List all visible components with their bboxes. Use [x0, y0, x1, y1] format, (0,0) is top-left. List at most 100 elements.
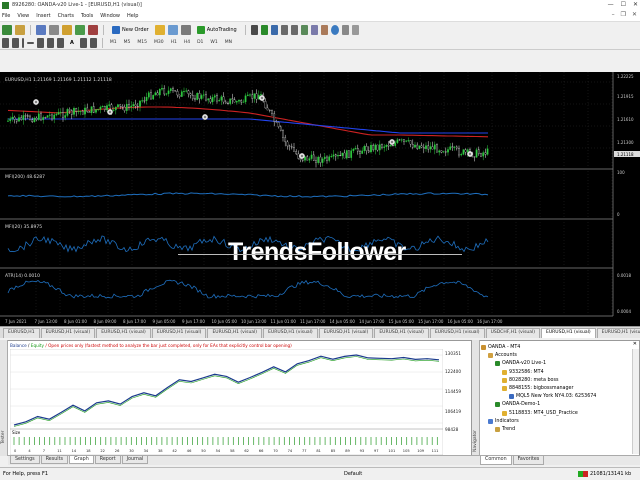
autotrading-button[interactable]: AutoTrading: [196, 25, 237, 34]
text-tool-icon[interactable]: A: [70, 40, 74, 46]
menu-file[interactable]: File: [2, 13, 10, 19]
market-watch-icon[interactable]: [36, 24, 46, 35]
trendline-icon[interactable]: [37, 37, 44, 48]
chart-shift-icon[interactable]: [320, 24, 328, 35]
metaeditor-icon[interactable]: [154, 24, 165, 35]
timeframe-w1[interactable]: W1: [208, 40, 219, 45]
price-chart[interactable]: EURUSD,H1 1.21169 1.21169 1.21112 1.2111…: [0, 72, 640, 326]
navigator-item[interactable]: 8848155: bigbossmanager: [502, 386, 573, 391]
indicators-icon[interactable]: [330, 24, 339, 35]
chart-tab[interactable]: EURUSD,H1: [3, 328, 40, 338]
chart-tab[interactable]: EURUSD,H1 (visual): [596, 328, 640, 338]
price-tick: 1.21915: [617, 94, 634, 99]
strategy-tester-icon[interactable]: [88, 24, 98, 35]
navigator-item[interactable]: 5118833: MT4_USD_Practice: [502, 410, 578, 416]
chart-tab[interactable]: EURUSD,H1 (visual): [96, 328, 151, 338]
candlestick-icon[interactable]: [260, 24, 268, 35]
menu-view[interactable]: View: [17, 13, 29, 19]
tester-tab-graph[interactable]: Graph: [69, 456, 94, 464]
zoom-out-icon[interactable]: [290, 24, 298, 35]
mdi-close-icon[interactable]: ✕: [632, 11, 637, 18]
tester-x-tick: 111: [432, 449, 439, 453]
signals-icon[interactable]: [167, 24, 178, 35]
timeframe-m1[interactable]: M1: [108, 40, 119, 45]
navigator-item-label: 9332586: MT4: [509, 369, 544, 375]
chart-tab[interactable]: EURUSD,H1 (visual): [40, 328, 96, 338]
timeframe-m15[interactable]: M15: [135, 40, 149, 45]
terminal-icon[interactable]: [75, 24, 85, 35]
cursor-icon[interactable]: [2, 37, 9, 48]
text-label-icon[interactable]: [79, 37, 87, 48]
chart-tab-active[interactable]: EURUSD,H1 (visual): [541, 328, 596, 338]
navigator-item[interactable]: OANDA-Demo-1: [495, 402, 541, 408]
mdi-minimize-icon[interactable]: –: [612, 11, 615, 18]
bar-chart-icon[interactable]: [250, 24, 258, 35]
crosshair-icon[interactable]: [12, 37, 19, 48]
chart-window[interactable]: EURUSD,H1 1.21169 1.21169 1.21112 1.2111…: [0, 72, 640, 326]
navigator-tab-favorites[interactable]: Favorites: [512, 456, 545, 465]
data-window-icon[interactable]: [49, 24, 59, 35]
navigator-item[interactable]: Indicators: [488, 418, 519, 424]
tester-tab-settings[interactable]: Settings: [10, 456, 40, 464]
timeframe-d1[interactable]: D1: [195, 40, 205, 45]
chart-tab[interactable]: EURUSD,H1 (visual): [374, 328, 429, 338]
new-chart-icon[interactable]: [2, 24, 12, 35]
autoscroll-icon[interactable]: [310, 24, 318, 35]
minimize-icon[interactable]: —: [608, 1, 614, 8]
tile-icon[interactable]: [300, 24, 308, 35]
tester-tab-report[interactable]: Report: [94, 456, 121, 464]
tester-tab-results[interactable]: Results: [40, 456, 69, 464]
navigator-icon[interactable]: [62, 24, 72, 35]
chart-tab[interactable]: EURUSD,H1 (visual): [151, 328, 207, 338]
menu-window[interactable]: Window: [100, 13, 120, 19]
navigator-item[interactable]: Accounts: [488, 353, 517, 359]
line-chart-icon[interactable]: [270, 24, 278, 35]
navigator-item[interactable]: MQL5 New York NY4.03: 6253674: [509, 394, 596, 400]
mdi-restore-icon[interactable]: ❐: [621, 11, 626, 18]
timeframe-mn[interactable]: MN: [223, 40, 234, 45]
menu-insert[interactable]: Insert: [36, 13, 50, 19]
arrows-icon[interactable]: [89, 37, 97, 48]
vertical-line-icon[interactable]: [22, 37, 24, 48]
navigator-item[interactable]: Trend: [495, 427, 515, 432]
channel-icon[interactable]: [47, 37, 54, 48]
connection-icon: [578, 471, 588, 477]
timeframe-h4[interactable]: H4: [182, 40, 192, 45]
profiles-icon[interactable]: [15, 24, 25, 35]
navigator-close-icon[interactable]: ✕: [633, 341, 637, 347]
folder-icon: [488, 353, 493, 359]
menu-charts[interactable]: Charts: [58, 13, 74, 19]
account-icon: [502, 386, 507, 391]
chart-tab[interactable]: EURUSD,H1 (visual): [318, 328, 374, 338]
zoom-in-icon[interactable]: [280, 24, 288, 35]
periods-icon[interactable]: [341, 24, 349, 35]
navigator-item[interactable]: 9332586: MT4: [502, 369, 544, 375]
candle: [174, 90, 177, 92]
timeframe-h1[interactable]: H1: [169, 40, 179, 45]
fibonacci-icon[interactable]: [57, 37, 64, 48]
watermark-underline: [178, 254, 462, 255]
timeframe-m5[interactable]: M5: [122, 40, 133, 45]
navigator-item[interactable]: OANDA-v20 Live-1: [495, 361, 546, 367]
horizontal-line-icon[interactable]: [27, 41, 34, 44]
menu-tools[interactable]: Tools: [81, 13, 93, 19]
navigator-tab-common[interactable]: Common: [480, 456, 512, 465]
strategy-tester-graph[interactable]: Balance / Equity / Open prices only (fas…: [0, 340, 472, 456]
new-order-button[interactable]: New Order: [112, 25, 149, 34]
maximize-icon[interactable]: ☐: [621, 1, 626, 8]
timeframe-m30[interactable]: M30: [152, 40, 166, 45]
templates-icon[interactable]: [351, 24, 359, 35]
navigator-item[interactable]: 8028280: meta boss: [502, 377, 558, 383]
navigator-item[interactable]: OANDA - MT4: [481, 345, 520, 350]
close-icon[interactable]: ✕: [633, 1, 638, 8]
chart-tab[interactable]: EURUSD,H1 (visual): [207, 328, 263, 338]
history-icon[interactable]: [180, 24, 191, 35]
chart-tab[interactable]: USDCHF,H1 (visual): [485, 328, 541, 338]
navigator-item-label: OANDA-Demo-1: [502, 402, 541, 408]
navigator-scrollbar[interactable]: [632, 349, 639, 454]
chart-tab[interactable]: EURUSD,H1 (visual): [263, 328, 318, 338]
tester-tab-journal[interactable]: Journal: [121, 456, 149, 464]
chart-tab[interactable]: EURUSD,H1 (visual): [429, 328, 485, 338]
menu-help[interactable]: Help: [127, 13, 138, 19]
trade-marker: [259, 95, 265, 101]
